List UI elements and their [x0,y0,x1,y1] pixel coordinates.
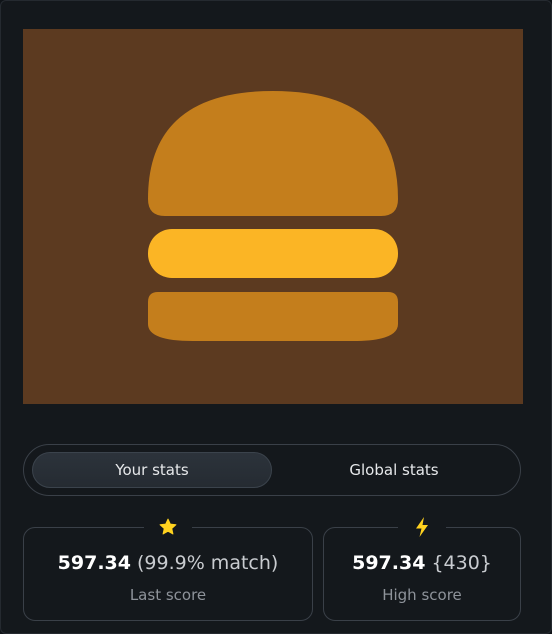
lightning-icon [398,514,446,540]
burger-top-bun [148,91,398,216]
high-score-extra: {430} [431,552,492,574]
last-score-match: (99.9% match) [137,552,279,574]
last-score-value: 597.34 [57,552,131,574]
burger-image [148,91,398,341]
burger-cheese [148,229,398,278]
tab-your-stats[interactable]: Your stats [32,452,272,488]
last-score-label: Last score [129,586,207,604]
stats-tab-switcher: Your stats Global stats [23,444,521,496]
app-panel: Your stats Global stats 597.34 (99.9% mat… [0,0,552,634]
tab-global-stats[interactable]: Global stats [274,452,514,488]
high-score-label: High score [382,586,462,604]
high-score-value: 597.34 [352,552,426,574]
target-image-preview [23,29,523,404]
star-icon [144,514,192,540]
last-score-card: 597.34 (99.9% match) Last score [23,514,313,621]
last-score-value-line: 597.34 (99.9% match) [24,552,312,574]
high-score-card: 597.34 {430} High score [323,514,521,621]
high-score-value-line: 597.34 {430} [324,552,520,574]
burger-bottom-bun [148,292,398,341]
